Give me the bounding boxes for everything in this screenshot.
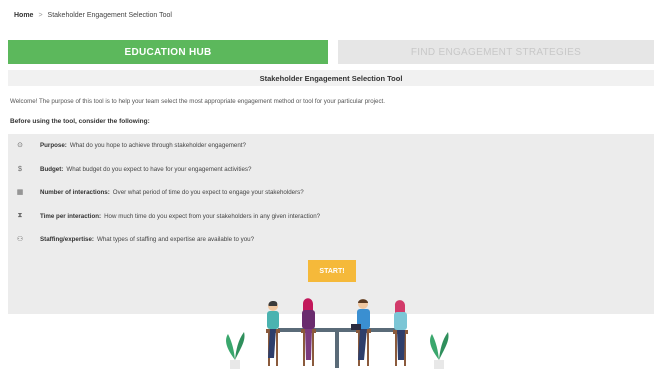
tab-bar: EDUCATION HUB FIND ENGAGEMENT STRATEGIES [8,40,654,64]
welcome-text: Welcome! The purpose of this tool is to … [10,98,385,105]
criteria-label: Budget: [40,165,64,173]
calendar-icon: ▦ [16,189,24,196]
criteria-label: Time per interaction: [40,212,102,220]
criteria-label: Number of interactions: [40,188,110,196]
plant-left-icon [226,332,245,369]
tab-education-hub[interactable]: EDUCATION HUB [8,40,328,64]
start-button[interactable]: START! [308,260,356,282]
hourglass-icon: ⧗ [17,212,23,219]
breadcrumb-home-link[interactable]: Home [14,12,33,19]
dollar-icon: $ [18,165,22,173]
before-heading: Before using the tool, consider the foll… [10,118,150,125]
criteria-text: How much time do you expect from your st… [104,212,321,220]
criteria-text: Over what period of time do you expect t… [112,188,304,196]
person-2 [301,298,316,366]
person-4 [393,300,408,366]
breadcrumb: Home > Stakeholder Engagement Selection … [14,12,172,19]
criteria-item-time: ⧗ Time per interaction: How much time do… [8,209,321,223]
criteria-item-purpose: ⊙ Purpose: What do you hope to achieve t… [8,138,246,152]
criteria-label: Staffing/expertise: [40,235,94,243]
criteria-text: What do you hope to achieve through stak… [69,141,246,149]
table [278,328,398,332]
criteria-text: What types of staffing and expertise are… [96,235,255,243]
criteria-text: What budget do you expect to have for yo… [66,165,252,173]
criteria-label: Purpose: [40,141,67,149]
breadcrumb-current: Stakeholder Engagement Selection Tool [47,12,172,19]
team-meeting-illustration [226,298,449,369]
person-icon: ⚇ [16,236,24,243]
person-1 [266,301,280,366]
criteria-item-staffing: ⚇ Staffing/expertise: What types of staf… [8,232,254,246]
person-3 [351,299,371,366]
content-panel: Stakeholder Engagement Selection Tool We… [8,64,654,369]
plant-right-icon [430,332,449,369]
criteria-item-interactions: ▦ Number of interactions: Over what peri… [8,185,304,199]
criteria-list: ⊙ Purpose: What do you hope to achieve t… [8,134,654,314]
panel-title: Stakeholder Engagement Selection Tool [8,70,654,86]
target-icon: ⊙ [17,142,23,149]
breadcrumb-separator: > [38,12,43,19]
tab-find-engagement-strategies[interactable]: FIND ENGAGEMENT STRATEGIES [338,40,654,64]
criteria-item-budget: $ Budget: What budget do you expect to h… [8,162,251,176]
